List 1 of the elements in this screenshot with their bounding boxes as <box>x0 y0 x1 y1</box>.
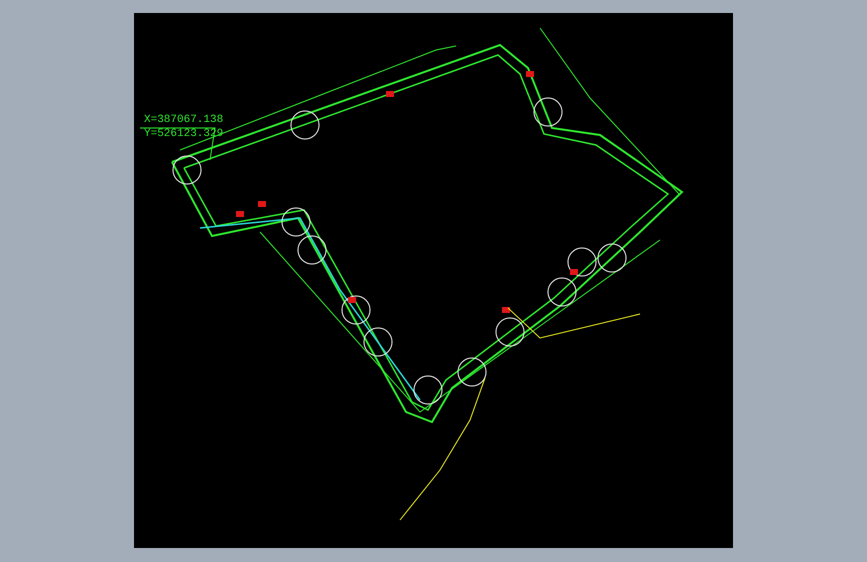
coordinate-label: X=387067.138 <box>144 114 224 126</box>
